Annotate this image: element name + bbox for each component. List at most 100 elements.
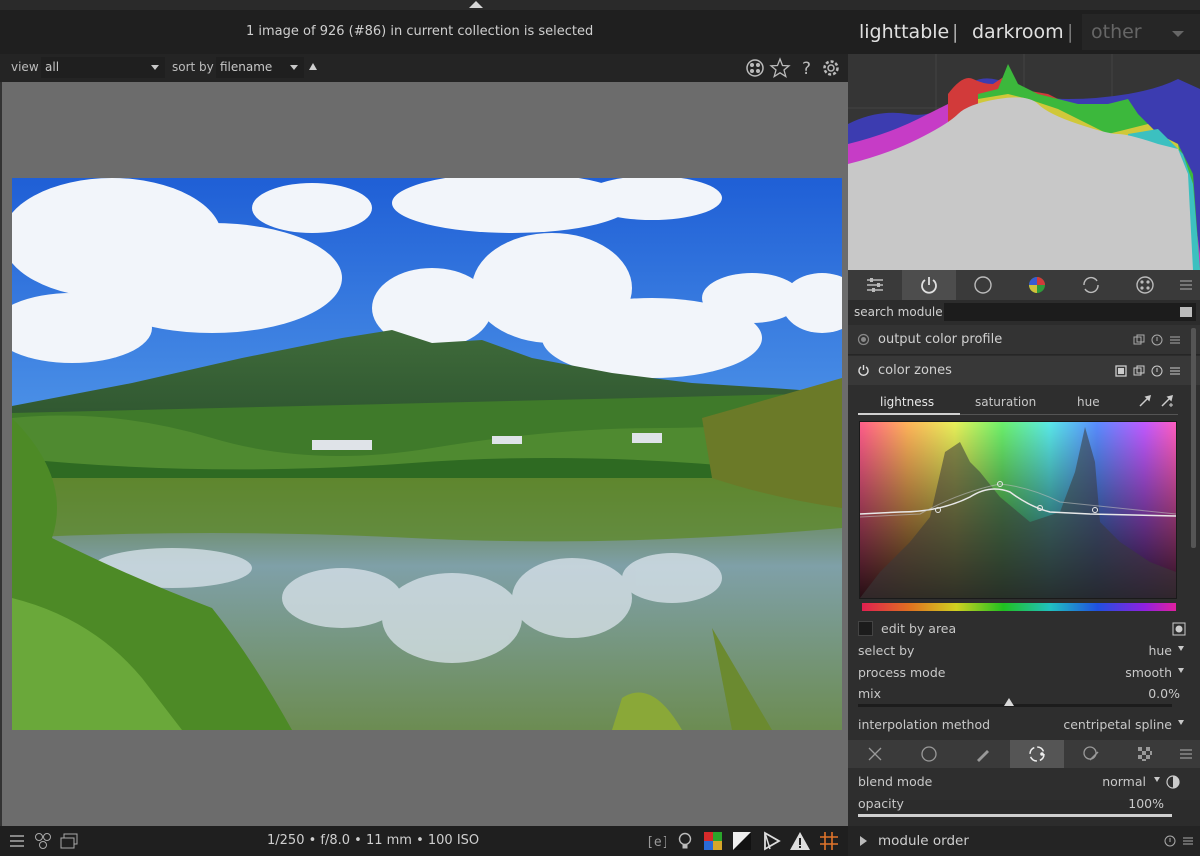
edit-by-area-label: edit by area bbox=[881, 621, 957, 636]
second-window-icon[interactable] bbox=[58, 830, 80, 852]
search-module-label: search module bbox=[854, 305, 943, 319]
edit-by-area-checkbox[interactable] bbox=[858, 621, 873, 636]
search-module-input[interactable] bbox=[944, 303, 1196, 321]
tab-lightness[interactable]: lightness bbox=[880, 395, 934, 409]
process-mode-label: process mode bbox=[858, 665, 946, 680]
help-icon[interactable]: ? bbox=[796, 57, 818, 79]
reset-icon[interactable] bbox=[1151, 334, 1163, 346]
photo-preview[interactable] bbox=[12, 178, 842, 730]
histogram[interactable] bbox=[848, 54, 1200, 270]
view-filter-value: all bbox=[45, 60, 60, 74]
color-wheel-icon[interactable] bbox=[1010, 270, 1064, 300]
tab-saturation[interactable]: saturation bbox=[975, 395, 1036, 409]
raw-overexposed-icon[interactable]: [e] bbox=[644, 830, 669, 852]
view-other[interactable]: other bbox=[1091, 21, 1142, 43]
opacity-slider[interactable]: opacity 100% bbox=[858, 794, 1188, 820]
drawn-mask-icon[interactable] bbox=[956, 740, 1010, 768]
mix-slider-handle[interactable] bbox=[1004, 698, 1014, 706]
module-order-row[interactable]: module order bbox=[848, 826, 1200, 856]
uniform-icon[interactable] bbox=[902, 740, 956, 768]
module-groups-bar bbox=[848, 270, 1200, 300]
mix-slider[interactable]: mix 0.0% bbox=[858, 684, 1188, 710]
collapse-top-arrow-icon[interactable] bbox=[469, 1, 483, 8]
color-zones-curve-editor[interactable] bbox=[859, 421, 1177, 599]
interpolation-method-value: centripetal spline bbox=[1063, 717, 1172, 732]
right-panel: search module output color profile color… bbox=[848, 54, 1200, 856]
top-panel-toggle[interactable] bbox=[0, 0, 1200, 10]
presets-menu-icon[interactable] bbox=[1169, 334, 1181, 346]
module-output-color-profile[interactable]: output color profile bbox=[848, 325, 1200, 355]
raster-mask-icon[interactable] bbox=[1118, 740, 1172, 768]
tab-hue[interactable]: hue bbox=[1077, 395, 1100, 409]
mask-icon[interactable] bbox=[1115, 365, 1127, 377]
sort-order-icon[interactable] bbox=[309, 63, 317, 70]
filter-bar: view all sort by filename ? bbox=[0, 54, 848, 82]
mix-label: mix bbox=[858, 686, 882, 701]
color-zones-tabs: lightness saturation hue bbox=[858, 391, 1178, 415]
interpolation-method-label: interpolation method bbox=[858, 717, 991, 732]
area-picker-icon[interactable] bbox=[1160, 394, 1174, 408]
focus-peaking-icon[interactable] bbox=[760, 830, 782, 852]
module-color-zones[interactable]: color zones bbox=[848, 356, 1200, 386]
reset-icon[interactable] bbox=[1151, 365, 1163, 377]
blend-mode-row[interactable]: blend mode normal bbox=[858, 772, 1188, 792]
multi-instance-icon[interactable] bbox=[1133, 334, 1145, 346]
warning-icon[interactable] bbox=[789, 830, 811, 852]
gear-icon[interactable] bbox=[820, 57, 842, 79]
opacity-value: 100% bbox=[1128, 796, 1164, 811]
clear-search-icon[interactable] bbox=[1180, 307, 1192, 317]
chevron-down-icon bbox=[1178, 668, 1184, 673]
presets-menu-icon[interactable] bbox=[1169, 365, 1181, 377]
star-icon[interactable] bbox=[769, 57, 791, 79]
gamut-check-icon[interactable] bbox=[702, 830, 724, 852]
mix-value: 0.0% bbox=[1148, 686, 1180, 701]
mask-toggle-icon[interactable] bbox=[1172, 622, 1186, 636]
off-icon[interactable] bbox=[848, 740, 902, 768]
menu-icon[interactable] bbox=[1172, 270, 1200, 300]
multi-instance-icon[interactable] bbox=[1133, 365, 1145, 377]
image-view[interactable] bbox=[0, 82, 848, 826]
help-glyph: ? bbox=[802, 59, 811, 79]
view-lighttable[interactable]: lighttable bbox=[859, 21, 949, 43]
power-icon[interactable] bbox=[857, 364, 870, 377]
chevron-down-icon[interactable] bbox=[1172, 31, 1184, 37]
color-labels-icon[interactable] bbox=[744, 57, 766, 79]
interpolation-method-row[interactable]: interpolation method centripetal spline bbox=[858, 715, 1188, 735]
presets-menu-icon[interactable] bbox=[1182, 835, 1194, 847]
process-mode-value: smooth bbox=[1125, 665, 1172, 680]
parametric-mask-icon[interactable] bbox=[1010, 740, 1064, 768]
view-darkroom[interactable]: darkroom bbox=[972, 21, 1064, 43]
clipping-icon[interactable] bbox=[731, 830, 753, 852]
correct-icon[interactable] bbox=[1064, 270, 1118, 300]
view-separator: | bbox=[952, 21, 959, 43]
expand-arrow-icon[interactable] bbox=[860, 836, 867, 846]
view-switcher: lighttable | darkroom | other bbox=[848, 10, 1200, 54]
reset-icon[interactable] bbox=[1164, 835, 1176, 847]
sort-dropdown[interactable]: filename bbox=[216, 57, 304, 78]
active-tab-indicator bbox=[858, 413, 960, 415]
styles-icon[interactable] bbox=[32, 830, 54, 852]
chevron-down-icon bbox=[1178, 646, 1184, 651]
raw-glyph: [e] bbox=[646, 835, 666, 850]
hamburger-icon[interactable] bbox=[7, 830, 29, 852]
chevron-down-icon bbox=[1178, 720, 1184, 725]
presets-icon[interactable] bbox=[848, 270, 902, 300]
guides-icon[interactable] bbox=[818, 830, 840, 852]
process-mode-row[interactable]: process mode smooth bbox=[858, 663, 1188, 683]
effects-icon[interactable] bbox=[1118, 270, 1172, 300]
view-filter-dropdown[interactable]: all bbox=[41, 57, 165, 78]
menu-icon[interactable] bbox=[1172, 740, 1200, 768]
mix-slider-track[interactable] bbox=[858, 704, 1172, 707]
panel-scrollbar[interactable] bbox=[1191, 328, 1196, 548]
edit-by-area-row[interactable]: edit by area bbox=[858, 619, 1188, 639]
module-enabled-icon[interactable] bbox=[857, 333, 870, 346]
power-icon[interactable] bbox=[902, 270, 956, 300]
circle-icon[interactable] bbox=[956, 270, 1010, 300]
color-zones-panel: lightness saturation hue edit by area se… bbox=[848, 385, 1200, 800]
softproof-icon[interactable] bbox=[674, 830, 696, 852]
drawn-parametric-icon[interactable] bbox=[1064, 740, 1118, 768]
reverse-mode-icon[interactable] bbox=[1166, 775, 1180, 789]
color-picker-icon[interactable] bbox=[1138, 394, 1152, 408]
select-by-row[interactable]: select by hue bbox=[858, 641, 1188, 661]
opacity-slider-track[interactable] bbox=[858, 814, 1172, 817]
